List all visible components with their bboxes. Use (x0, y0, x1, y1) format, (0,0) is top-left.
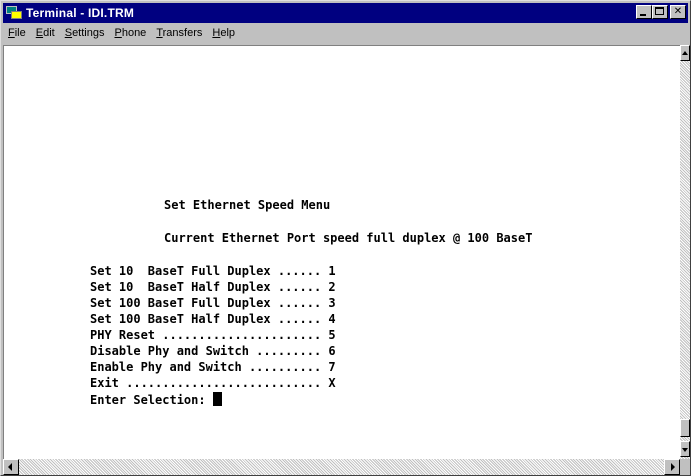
right-arrow-icon (671, 463, 675, 471)
window-title: Terminal - IDI.TRM (26, 6, 135, 20)
option-line: Exit ........................... X (90, 376, 336, 390)
scrollbar-corner (680, 459, 690, 475)
menu-phone[interactable]: Phone (109, 24, 151, 43)
terminal-screen[interactable]: Set Ethernet Speed Menu Current Ethernet… (3, 45, 680, 459)
terminal-app-icon[interactable] (6, 6, 22, 20)
menu-title: Set Ethernet Speed Menu (164, 198, 331, 212)
option-line: Set 10 BaseT Half Duplex ...... 2 (90, 280, 336, 294)
close-icon: ✕ (673, 6, 683, 17)
prompt-text: Enter Selection: (90, 393, 213, 407)
terminal-window: Terminal - IDI.TRM ✕ File Edit Settings … (0, 0, 691, 476)
close-button[interactable]: ✕ (670, 5, 686, 19)
maximize-button[interactable] (652, 5, 668, 19)
up-arrow-icon (682, 51, 688, 55)
maximize-icon (655, 7, 664, 15)
text-cursor (212, 392, 222, 406)
title-bar[interactable]: Terminal - IDI.TRM ✕ (3, 3, 688, 23)
minimize-button[interactable] (636, 5, 652, 19)
option-line: Set 10 BaseT Full Duplex ...... 1 (90, 264, 336, 278)
menu-transfers[interactable]: Transfers (151, 24, 207, 43)
menu-help[interactable]: Help (207, 24, 240, 43)
menu-edit[interactable]: Edit (31, 24, 60, 43)
scroll-left-button[interactable] (3, 459, 19, 475)
left-arrow-icon (8, 463, 12, 471)
menu-settings[interactable]: Settings (60, 24, 110, 43)
option-line: Set 100 BaseT Full Duplex ...... 3 (90, 296, 336, 310)
down-arrow-icon (682, 448, 688, 452)
vertical-scroll-thumb[interactable] (680, 419, 690, 437)
option-line: Set 100 BaseT Half Duplex ...... 4 (90, 312, 336, 326)
menu-file[interactable]: File (3, 24, 31, 43)
menu-bar: File Edit Settings Phone Transfers Help (3, 24, 688, 43)
current-status-line: Current Ethernet Port speed full duplex … (164, 231, 533, 245)
scroll-right-button[interactable] (664, 459, 680, 475)
minimize-icon (640, 14, 646, 16)
scroll-down-button[interactable] (680, 441, 690, 457)
scroll-up-button[interactable] (680, 45, 690, 61)
option-line: Enable Phy and Switch .......... 7 (90, 360, 336, 374)
selection-prompt[interactable]: Enter Selection: (90, 392, 222, 407)
window-controls: ✕ (636, 5, 686, 19)
vertical-scrollbar[interactable] (680, 45, 690, 459)
option-line: PHY Reset ...................... 5 (90, 328, 336, 342)
option-line: Disable Phy and Switch ......... 6 (90, 344, 336, 358)
horizontal-scrollbar[interactable] (3, 459, 680, 475)
